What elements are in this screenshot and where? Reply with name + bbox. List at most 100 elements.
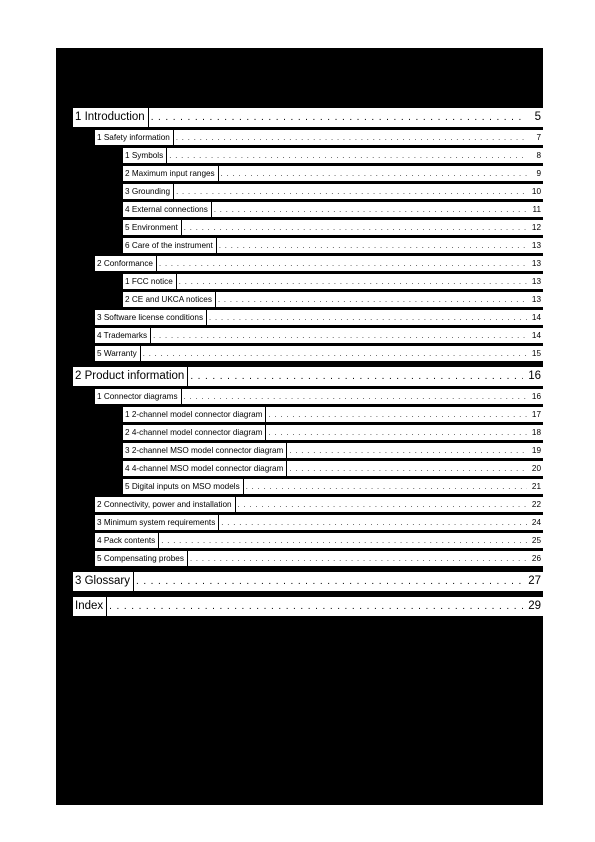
- toc-entry-band[interactable]: 2 Connectivity, power and installation. …: [95, 497, 543, 512]
- toc-page-number[interactable]: 8: [527, 148, 543, 163]
- toc-entry-band[interactable]: 1 Connector diagrams. . . . . . . . . . …: [95, 389, 543, 404]
- toc-entry[interactable]: 4 Trademarks. . . . . . . . . . . . . . …: [56, 328, 543, 343]
- toc-page-number[interactable]: 12: [527, 220, 543, 235]
- toc-entry-band[interactable]: 1 2-channel model connector diagram. . .…: [123, 407, 543, 422]
- toc-page-number[interactable]: 10: [527, 184, 543, 199]
- toc-entry-band[interactable]: 6 Care of the instrument. . . . . . . . …: [123, 238, 543, 253]
- toc-page-number[interactable]: 13: [527, 256, 543, 271]
- toc-entry-label[interactable]: 2 Product information: [73, 367, 187, 386]
- toc-entry[interactable]: 5 Warranty. . . . . . . . . . . . . . . …: [56, 346, 543, 361]
- toc-entry-label[interactable]: 4 External connections: [123, 202, 211, 217]
- toc-entry-label[interactable]: 3 Glossary: [73, 572, 133, 591]
- toc-entry[interactable]: 5 Compensating probes. . . . . . . . . .…: [56, 551, 543, 566]
- toc-entry[interactable]: 2 Product information. . . . . . . . . .…: [56, 367, 543, 386]
- toc-page-number[interactable]: 14: [527, 310, 543, 325]
- toc-entry[interactable]: 5 Environment. . . . . . . . . . . . . .…: [56, 220, 543, 235]
- toc-entry[interactable]: 2 Conformance. . . . . . . . . . . . . .…: [56, 256, 543, 271]
- toc-entry-label[interactable]: 1 Safety information: [95, 130, 173, 145]
- toc-entry[interactable]: 1 Symbols. . . . . . . . . . . . . . . .…: [56, 148, 543, 163]
- toc-page-number[interactable]: 18: [527, 425, 543, 440]
- toc-entry-band[interactable]: Index. . . . . . . . . . . . . . . . . .…: [73, 597, 543, 616]
- toc-entry[interactable]: 1 Safety information. . . . . . . . . . …: [56, 130, 543, 145]
- toc-page-number[interactable]: 17: [527, 407, 543, 422]
- toc-entry-band[interactable]: 4 Pack contents. . . . . . . . . . . . .…: [95, 533, 543, 548]
- toc-entry-band[interactable]: 4 External connections. . . . . . . . . …: [123, 202, 543, 217]
- toc-entry[interactable]: 3 Glossary. . . . . . . . . . . . . . . …: [56, 572, 543, 591]
- toc-entry-label[interactable]: 2 Maximum input ranges: [123, 166, 218, 181]
- toc-entry-label[interactable]: 5 Digital inputs on MSO models: [123, 479, 243, 494]
- toc-page-number[interactable]: 29: [523, 597, 543, 616]
- toc-entry-band[interactable]: 1 FCC notice. . . . . . . . . . . . . . …: [123, 274, 543, 289]
- toc-page-number[interactable]: 14: [527, 328, 543, 343]
- toc-entry[interactable]: 2 Connectivity, power and installation. …: [56, 497, 543, 512]
- toc-page-number[interactable]: 19: [527, 443, 543, 458]
- toc-entry[interactable]: 1 Connector diagrams. . . . . . . . . . …: [56, 389, 543, 404]
- toc-entry[interactable]: 1 FCC notice. . . . . . . . . . . . . . …: [56, 274, 543, 289]
- toc-entry-band[interactable]: 5 Warranty. . . . . . . . . . . . . . . …: [95, 346, 543, 361]
- toc-entry-band[interactable]: 4 4-channel MSO model connector diagram.…: [123, 461, 543, 476]
- toc-page-number[interactable]: 13: [527, 238, 543, 253]
- toc-entry[interactable]: 4 4-channel MSO model connector diagram.…: [56, 461, 543, 476]
- toc-entry-label[interactable]: Index: [73, 597, 106, 616]
- toc-entry-label[interactable]: 5 Compensating probes: [95, 551, 187, 566]
- toc-entry-band[interactable]: 3 2-channel MSO model connector diagram.…: [123, 443, 543, 458]
- toc-entry-label[interactable]: 1 Introduction: [73, 108, 148, 127]
- toc-entry-label[interactable]: 6 Care of the instrument: [123, 238, 216, 253]
- toc-entry[interactable]: 4 External connections. . . . . . . . . …: [56, 202, 543, 217]
- toc-entry[interactable]: 2 4-channel model connector diagram. . .…: [56, 425, 543, 440]
- toc-entry-band[interactable]: 3 Grounding. . . . . . . . . . . . . . .…: [123, 184, 543, 199]
- toc-page-number[interactable]: 24: [527, 515, 543, 530]
- toc-page-number[interactable]: 20: [527, 461, 543, 476]
- toc-entry[interactable]: 6 Care of the instrument. . . . . . . . …: [56, 238, 543, 253]
- toc-entry-label[interactable]: 3 Grounding: [123, 184, 173, 199]
- toc-entry-label[interactable]: 1 2-channel model connector diagram: [123, 407, 265, 422]
- toc-entry-band[interactable]: 5 Environment. . . . . . . . . . . . . .…: [123, 220, 543, 235]
- toc-entry-band[interactable]: 2 CE and UKCA notices. . . . . . . . . .…: [123, 292, 543, 307]
- toc-page-number[interactable]: 26: [527, 551, 543, 566]
- toc-page-number[interactable]: 16: [527, 389, 543, 404]
- toc-entry-label[interactable]: 4 4-channel MSO model connector diagram: [123, 461, 286, 476]
- toc-entry-band[interactable]: 1 Symbols. . . . . . . . . . . . . . . .…: [123, 148, 543, 163]
- toc-page-number[interactable]: 27: [523, 572, 543, 591]
- toc-entry-label[interactable]: 3 2-channel MSO model connector diagram: [123, 443, 286, 458]
- toc-entry-band[interactable]: 5 Compensating probes. . . . . . . . . .…: [95, 551, 543, 566]
- toc-page-number[interactable]: 13: [527, 292, 543, 307]
- toc-entry[interactable]: 3 Software license conditions. . . . . .…: [56, 310, 543, 325]
- toc-entry-band[interactable]: 2 Product information. . . . . . . . . .…: [73, 367, 543, 386]
- toc-entry-label[interactable]: 2 Conformance: [95, 256, 156, 271]
- toc-entry-label[interactable]: 2 4-channel model connector diagram: [123, 425, 265, 440]
- toc-entry-band[interactable]: 3 Software license conditions. . . . . .…: [95, 310, 543, 325]
- toc-entry[interactable]: 2 Maximum input ranges. . . . . . . . . …: [56, 166, 543, 181]
- toc-page-number[interactable]: 16: [523, 367, 543, 386]
- toc-page-number[interactable]: 13: [527, 274, 543, 289]
- toc-entry-label[interactable]: 1 Connector diagrams: [95, 389, 181, 404]
- toc-entry-label[interactable]: 2 CE and UKCA notices: [123, 292, 215, 307]
- toc-entry-band[interactable]: 3 Minimum system requirements. . . . . .…: [95, 515, 543, 530]
- toc-page-number[interactable]: 15: [527, 346, 543, 361]
- toc-entry-band[interactable]: 1 Safety information. . . . . . . . . . …: [95, 130, 543, 145]
- toc-entry-band[interactable]: 3 Glossary. . . . . . . . . . . . . . . …: [73, 572, 543, 591]
- toc-entry[interactable]: 3 2-channel MSO model connector diagram.…: [56, 443, 543, 458]
- toc-entry[interactable]: Index. . . . . . . . . . . . . . . . . .…: [56, 597, 543, 616]
- toc-entry[interactable]: 5 Digital inputs on MSO models. . . . . …: [56, 479, 543, 494]
- toc-entry[interactable]: 3 Grounding. . . . . . . . . . . . . . .…: [56, 184, 543, 199]
- toc-entry-label[interactable]: 3 Minimum system requirements: [95, 515, 218, 530]
- toc-entry[interactable]: 4 Pack contents. . . . . . . . . . . . .…: [56, 533, 543, 548]
- toc-entry-band[interactable]: 2 Maximum input ranges. . . . . . . . . …: [123, 166, 543, 181]
- toc-entry-label[interactable]: 5 Environment: [123, 220, 181, 235]
- toc-entry-label[interactable]: 3 Software license conditions: [95, 310, 206, 325]
- toc-entry-label[interactable]: 4 Trademarks: [95, 328, 150, 343]
- toc-entry-label[interactable]: 4 Pack contents: [95, 533, 158, 548]
- toc-entry-label[interactable]: 1 Symbols: [123, 148, 166, 163]
- toc-entry[interactable]: 3 Minimum system requirements. . . . . .…: [56, 515, 543, 530]
- toc-entry[interactable]: 2 CE and UKCA notices. . . . . . . . . .…: [56, 292, 543, 307]
- toc-entry-band[interactable]: 1 Introduction. . . . . . . . . . . . . …: [73, 108, 543, 127]
- toc-page-number[interactable]: 21: [527, 479, 543, 494]
- toc-entry[interactable]: 1 Introduction. . . . . . . . . . . . . …: [56, 108, 543, 127]
- toc-entry-label[interactable]: 5 Warranty: [95, 346, 140, 361]
- toc-entry-band[interactable]: 2 Conformance. . . . . . . . . . . . . .…: [95, 256, 543, 271]
- toc-entry[interactable]: 1 2-channel model connector diagram. . .…: [56, 407, 543, 422]
- toc-entry-band[interactable]: 2 4-channel model connector diagram. . .…: [123, 425, 543, 440]
- toc-page-number[interactable]: 9: [527, 166, 543, 181]
- toc-page-number[interactable]: 25: [527, 533, 543, 548]
